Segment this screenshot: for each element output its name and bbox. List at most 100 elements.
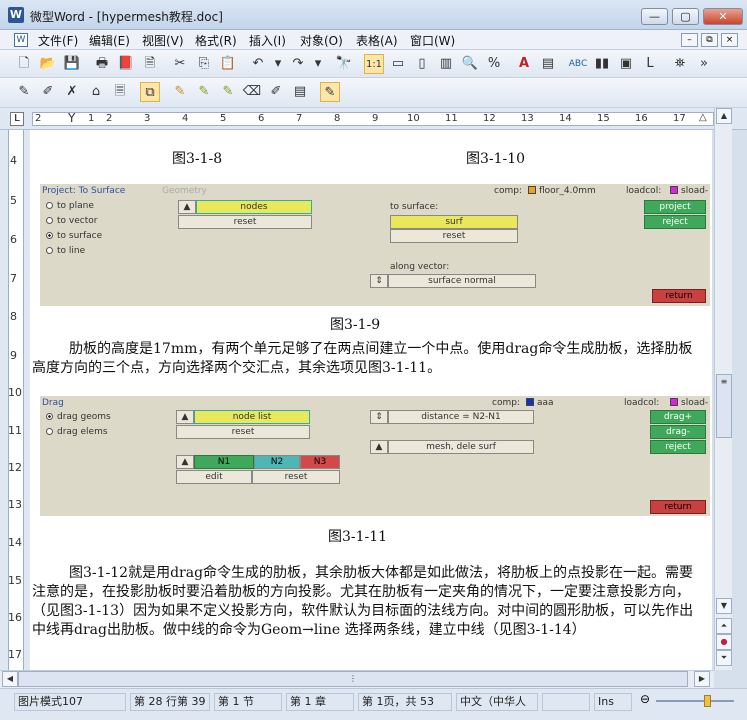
zoom-slider[interactable] xyxy=(656,700,734,702)
ruler-number: 6 xyxy=(10,233,17,246)
first-line-indent-marker[interactable]: Y xyxy=(68,111,75,125)
figure-caption: 图3-1-11 xyxy=(328,529,388,545)
figure-caption: 图3-1-8 xyxy=(172,151,223,167)
save-icon[interactable]: 💾 xyxy=(62,54,82,74)
menu-table[interactable]: 表格(A) xyxy=(356,32,398,49)
mdi-minimize-button[interactable]: – xyxy=(681,33,698,47)
note-icon[interactable]: ▤ xyxy=(290,82,310,102)
open-icon[interactable]: 📂 xyxy=(38,54,58,74)
frame-icon[interactable]: ▣ xyxy=(616,54,636,74)
reset-button: reset xyxy=(176,425,310,439)
edit-doc-icon[interactable]: ✐ xyxy=(38,82,58,102)
close-button[interactable]: ✕ xyxy=(703,8,743,25)
vertical-ruler-strip[interactable] xyxy=(8,130,24,670)
menu-format[interactable]: 格式(R) xyxy=(195,32,237,49)
tab-selector[interactable]: L xyxy=(10,112,24,126)
menu-edit[interactable]: 编辑(E) xyxy=(89,32,130,49)
undo-dropdown-icon[interactable]: ▾ xyxy=(268,54,288,74)
stamp-icon[interactable]: ✐ xyxy=(266,82,286,102)
letter-l-icon[interactable]: L xyxy=(640,54,660,74)
toggle-arrows-icon: ⇕ xyxy=(370,410,388,424)
browse-object-button[interactable]: ● xyxy=(716,634,732,650)
ruler-number: 4 xyxy=(182,113,189,124)
layers-icon[interactable]: ⧉ xyxy=(140,82,160,102)
pdf-icon[interactable]: 📕 xyxy=(116,54,136,74)
figure-caption: 图3-1-10 xyxy=(466,151,526,167)
menu-object[interactable]: 对象(O) xyxy=(300,32,343,49)
print-icon[interactable]: 🖶 xyxy=(92,54,112,74)
node-list-button: node list xyxy=(194,410,310,424)
scroll-left-button[interactable]: ◀ xyxy=(2,671,18,687)
document-icon[interactable]: W xyxy=(14,33,28,47)
menu-window[interactable]: 窗口(W) xyxy=(410,32,455,49)
scroll-right-button[interactable]: ▶ xyxy=(694,671,710,687)
next-page-button[interactable]: ⏷ xyxy=(716,650,732,666)
horizontal-scrollbar[interactable]: ◀ ⋮ ▶ xyxy=(0,670,714,688)
new-icon[interactable]: 🗋 xyxy=(14,54,34,74)
radio-option: to surface xyxy=(46,231,102,241)
right-indent-marker[interactable]: △ xyxy=(699,112,707,123)
paste-icon[interactable]: 📋 xyxy=(218,54,238,74)
binoculars-icon[interactable]: ⛯ xyxy=(670,54,690,74)
word-app-icon[interactable]: W xyxy=(8,7,24,23)
body-paragraph: 图3-1-12就是用drag命令生成的肋板，其余肋板大体都是如此做法，将肋板上的… xyxy=(32,565,694,638)
up-arrow-icon: ▲ xyxy=(176,455,194,469)
reset-button: reset xyxy=(390,229,518,243)
zoom-slider-thumb[interactable] xyxy=(704,695,711,707)
comp-label: comp: xyxy=(494,186,522,196)
mdi-close-button[interactable]: × xyxy=(721,33,738,47)
prev-page-button[interactable]: ⏶ xyxy=(716,618,732,634)
drawing-toolbar: ✎ ✐ ✗ ⌂ 🗏 ⧉ ✎ ✎ ✎ ⌫ ✐ ▤ ✎ xyxy=(0,78,747,108)
menu-file[interactable]: 文件(F) xyxy=(38,32,78,49)
scroll-up-button[interactable]: ▲ xyxy=(716,108,732,124)
two-page-icon[interactable]: ▥ xyxy=(436,54,456,74)
brush-icon[interactable]: ✎ xyxy=(218,82,238,102)
zoom-icon[interactable]: 🔍 xyxy=(460,54,480,74)
ruler-strip[interactable]: 2 Y 1 2 3 4 5 6 7 8 9 10 11 12 13 14 15 … xyxy=(32,111,714,126)
font-color-icon[interactable]: A xyxy=(514,54,534,74)
redo-dropdown-icon[interactable]: ▾ xyxy=(308,54,328,74)
minimize-button[interactable]: — xyxy=(641,8,668,25)
document-page[interactable]: 图3-1-8 图3-1-10 Project: To Surface Geome… xyxy=(30,130,712,670)
columns-icon[interactable]: ▮▮ xyxy=(592,54,612,74)
scroll-down-small-button[interactable]: ▼ xyxy=(716,598,732,614)
zoom-out-icon[interactable]: ⊖ xyxy=(640,692,650,706)
status-position: 第 28 行第 39 xyxy=(130,693,210,711)
eraser-icon[interactable]: ⌫ xyxy=(242,82,262,102)
horizontal-scroll-thumb[interactable]: ⋮ xyxy=(18,671,688,687)
find-icon[interactable]: 🔭 xyxy=(334,54,354,74)
delete-doc-icon[interactable]: ✗ xyxy=(62,82,82,102)
radio-option: to line xyxy=(46,246,85,256)
document-page-icon[interactable]: 🗏 xyxy=(110,82,130,102)
redo-icon[interactable]: ↷ xyxy=(288,54,308,74)
copy-icon[interactable]: ⎘ xyxy=(194,54,214,74)
toggle-arrows-icon: ⇕ xyxy=(370,274,388,288)
maximize-button[interactable]: ▢ xyxy=(672,8,699,25)
cut-icon[interactable]: ✂ xyxy=(170,54,190,74)
zoom-percent-icon[interactable]: % xyxy=(484,54,504,74)
status-chapter: 第 1 章 xyxy=(286,693,354,711)
print-preview-icon[interactable]: 🗎 xyxy=(140,54,160,74)
highlighter-icon[interactable]: ✎ xyxy=(170,82,190,102)
marker-icon[interactable]: ✎ xyxy=(194,82,214,102)
spellcheck-icon[interactable]: ABC xyxy=(568,54,588,74)
toolbar-overflow-icon[interactable]: » xyxy=(694,54,714,74)
menu-view[interactable]: 视图(V) xyxy=(142,32,184,49)
tag-icon[interactable]: ⌂ xyxy=(86,82,106,102)
undo-icon[interactable]: ↶ xyxy=(248,54,268,74)
vertical-scrollbar[interactable]: ▲ ≡ ▼ ⏶ ● ⏷ xyxy=(714,108,732,670)
menu-insert[interactable]: 插入(I) xyxy=(249,32,286,49)
panel-title: Project: To Surface xyxy=(42,186,126,196)
ruler-number: 9 xyxy=(372,113,379,124)
actual-size-icon[interactable]: 1:1 xyxy=(364,54,384,74)
page-width-icon[interactable]: ▭ xyxy=(388,54,408,74)
scroll-thumb[interactable]: ≡ xyxy=(716,374,732,438)
ruler-number: 15 xyxy=(597,113,610,124)
one-page-icon[interactable]: ▯ xyxy=(412,54,432,74)
pencil-folder-icon[interactable]: ✎ xyxy=(14,82,34,102)
style-icon[interactable]: ▤ xyxy=(538,54,558,74)
review-icon[interactable]: ✎ xyxy=(320,82,340,102)
status-insert-mode[interactable]: Ins xyxy=(594,693,632,711)
reject-button: reject xyxy=(650,440,706,454)
mdi-restore-button[interactable]: ⧉ xyxy=(701,33,718,47)
